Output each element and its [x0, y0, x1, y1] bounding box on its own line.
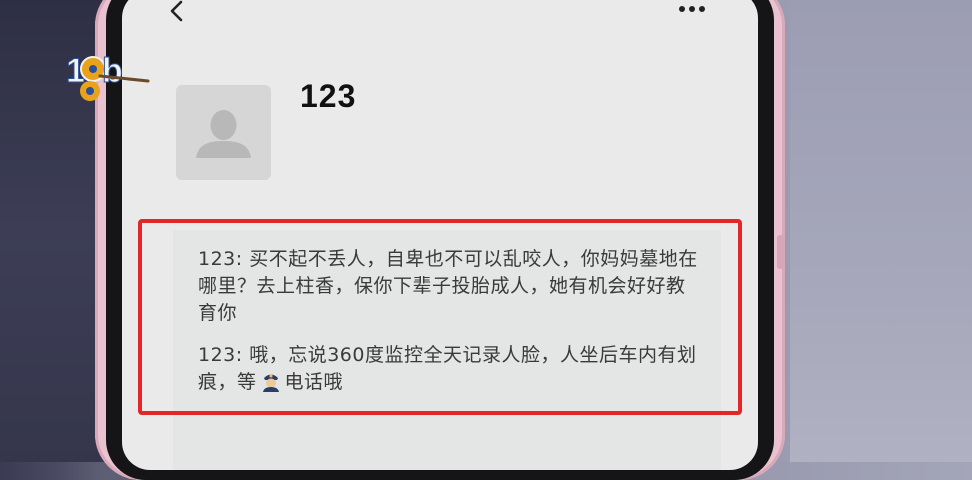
highlight-box: [138, 219, 742, 415]
contact-name: 123: [300, 78, 357, 114]
background-right: [790, 0, 972, 462]
default-avatar-icon[interactable]: [176, 85, 271, 180]
ellipsis-icon[interactable]: [676, 0, 720, 12]
phone-side-button: [777, 235, 785, 269]
channel-logo-icon: 1 b: [60, 48, 158, 106]
svg-text:b: b: [102, 52, 123, 90]
chevron-left-icon[interactable]: [168, 0, 186, 22]
